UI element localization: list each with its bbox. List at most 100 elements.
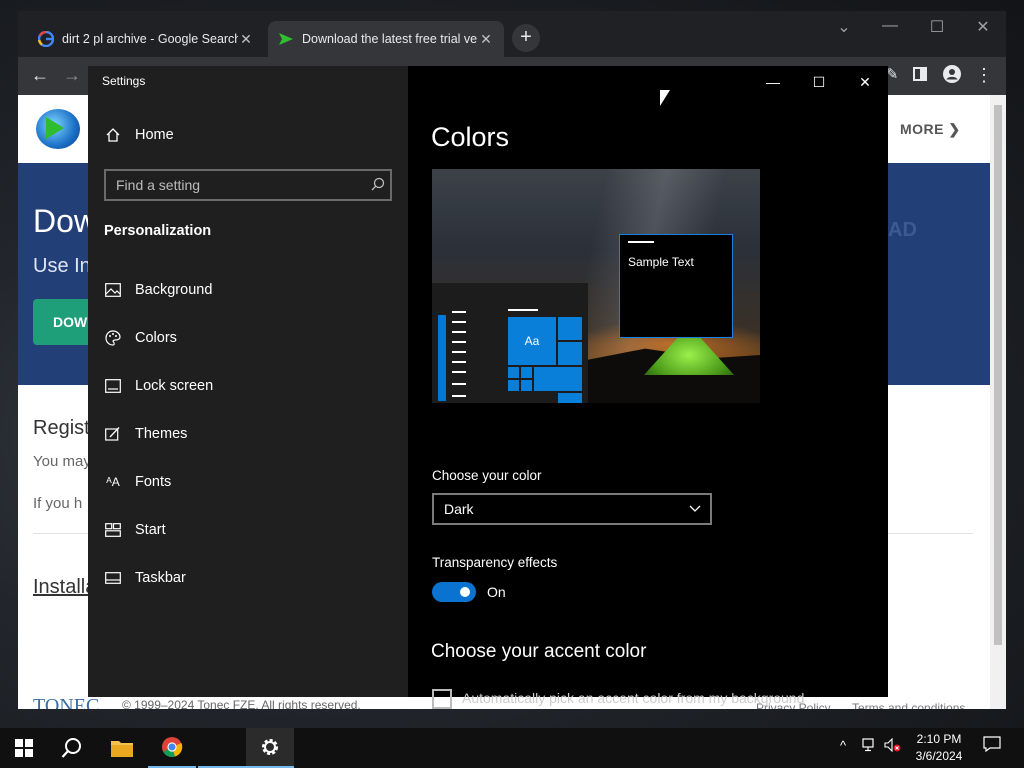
nav-item-label: Fonts [135, 474, 172, 490]
preview-tile [521, 380, 532, 391]
preview-tile [534, 367, 582, 391]
file-explorer-button[interactable] [98, 728, 146, 768]
maximize-button[interactable]: ☐ [796, 70, 842, 94]
chevron-down-icon: ❯ [948, 121, 961, 137]
nav-item-label: Themes [135, 426, 188, 442]
preview-tile [558, 342, 582, 365]
nav-item-label: Taskbar [135, 570, 186, 586]
menu-icon[interactable]: ⋮ [972, 65, 996, 86]
tab-strip: dirt 2 pl archive - Google Search ✕ Down… [18, 11, 1006, 57]
clock-date: 3/6/2024 [915, 749, 963, 763]
nav-item-label: Colors [135, 330, 177, 346]
preview-window-bar [628, 241, 654, 243]
install-link[interactable]: Installa [33, 576, 96, 599]
nav-item-fonts[interactable]: ᴬA Fonts [104, 470, 171, 494]
nav-item-label: Lock screen [135, 378, 214, 394]
home-label: Home [135, 127, 174, 143]
image-icon [104, 282, 122, 298]
copyright-text: © 1999–2024 Tonec FZE. All rights reserv… [122, 698, 361, 709]
tab-title: Download the latest free trial version [302, 32, 478, 46]
new-tab-button[interactable]: + [512, 24, 540, 52]
accent-heading: Choose your accent color [431, 641, 647, 662]
themes-icon [104, 426, 122, 442]
auto-accent-checkbox[interactable] [432, 689, 452, 709]
preview-line [452, 383, 466, 385]
chevron-down-icon [680, 502, 710, 516]
notification-icon[interactable] [980, 736, 1004, 760]
toggle-state: On [487, 584, 506, 600]
tab-search-icon[interactable]: ⌄ [829, 17, 859, 37]
page-title: Colors [431, 122, 510, 152]
preview-tile [558, 317, 582, 340]
preview-line [452, 351, 466, 353]
settings-window: Settings Home Find a setting Personaliza… [88, 66, 888, 709]
tonec-logo: TONEC [33, 695, 100, 709]
preview-start-sidebar [438, 315, 446, 401]
browser-close-button[interactable]: ✕ [968, 17, 998, 37]
taskbar-icon [104, 570, 122, 586]
search-button[interactable] [48, 728, 96, 768]
tab-close-icon[interactable]: ✕ [238, 31, 254, 48]
taskbar-app-button[interactable] [198, 728, 246, 768]
tab-close-icon[interactable]: ✕ [478, 31, 494, 48]
choose-color-dropdown[interactable]: Dark [432, 493, 712, 525]
chrome-button[interactable] [148, 728, 196, 768]
register-heading: Regist [33, 417, 90, 439]
chevron-up-icon[interactable]: ^ [840, 738, 846, 753]
start-icon [104, 522, 122, 538]
nav-item-colors[interactable]: Colors [104, 326, 177, 350]
profile-icon[interactable] [940, 65, 964, 88]
preview-start-menu: Aa [432, 283, 588, 403]
minimize-button[interactable]: — [750, 70, 796, 94]
preview-line [452, 361, 466, 363]
tab-google-search[interactable]: dirt 2 pl archive - Google Search ✕ [28, 21, 264, 57]
nav-item-themes[interactable]: Themes [104, 422, 187, 446]
back-button[interactable]: ← [28, 65, 52, 86]
forward-button[interactable]: → [60, 65, 84, 86]
nav-item-start[interactable]: Start [104, 518, 166, 542]
transparency-toggle[interactable] [432, 582, 476, 602]
preview-line [452, 321, 466, 323]
preview-line [452, 311, 466, 313]
preview-tile [508, 380, 519, 391]
terms-link[interactable]: Terms and conditions [852, 701, 965, 709]
network-icon[interactable] [862, 738, 878, 755]
nav-item-lock-screen[interactable]: Lock screen [104, 374, 213, 398]
transparency-label: Transparency effects [432, 555, 558, 570]
preview-line [452, 331, 466, 333]
preview-tile [521, 367, 532, 378]
settings-content: — ☐ ✕ Colors Aa Sample Text Choose your … [408, 66, 888, 709]
nav-item-label: Start [135, 522, 166, 538]
find-setting-input[interactable]: Find a setting [104, 169, 392, 201]
page-scrollbar[interactable] [990, 95, 1006, 709]
nav-item-taskbar[interactable]: Taskbar [104, 566, 186, 590]
scrollbar-thumb[interactable] [994, 105, 1002, 645]
idm-arrow-icon [279, 33, 293, 45]
palette-icon [104, 330, 122, 346]
nav-item-background[interactable]: Background [104, 278, 212, 302]
start-button[interactable] [0, 728, 48, 768]
preview-tile [508, 367, 519, 378]
app-title: Settings [102, 74, 146, 88]
more-menu-link[interactable]: MORE ❯ [900, 121, 961, 138]
clock[interactable]: 2:10 PM 3/6/2024 [908, 731, 970, 765]
taskbar: ^ 2:10 PM 3/6/2024 [0, 728, 1024, 768]
settings-taskbar-button[interactable] [246, 728, 294, 768]
browser-minimize-button[interactable]: — [875, 17, 905, 35]
browser-maximize-button[interactable]: ☐ [922, 17, 952, 37]
nav-item-label: Background [135, 282, 213, 298]
section-heading: Personalization [104, 223, 212, 239]
clock-time: 2:10 PM [916, 732, 962, 746]
home-nav-item[interactable]: Home [104, 126, 174, 144]
preview-window: Sample Text [619, 234, 733, 338]
mouse-cursor [660, 90, 670, 106]
volume-muted-icon[interactable] [884, 737, 902, 755]
color-preview: Aa Sample Text [432, 169, 760, 403]
search-icon[interactable] [366, 177, 390, 194]
side-panel-icon[interactable] [908, 65, 932, 86]
tab-idm-download[interactable]: Download the latest free trial version ✕ [268, 21, 504, 57]
close-button[interactable]: ✕ [842, 70, 888, 94]
preview-line [508, 309, 538, 311]
tab-title: dirt 2 pl archive - Google Search [62, 32, 238, 46]
search-icon [61, 738, 81, 758]
